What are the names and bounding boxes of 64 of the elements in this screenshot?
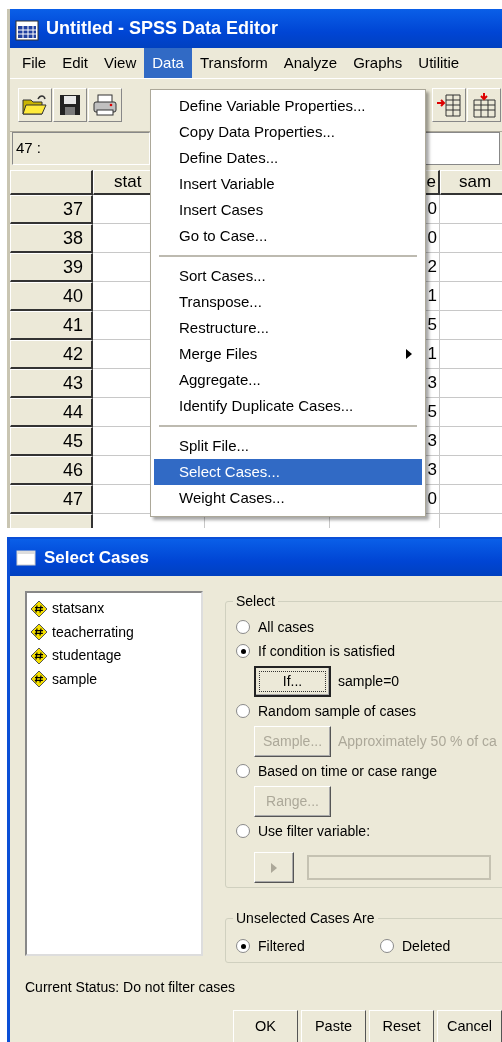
diamond-icon xyxy=(30,599,48,618)
insert-case-icon[interactable] xyxy=(467,88,501,122)
menu-item[interactable]: Edit xyxy=(54,48,97,78)
condition-button[interactable]: If... xyxy=(254,665,331,697)
radio-label[interactable]: All cases xyxy=(258,616,315,638)
menu-item[interactable]: Select Cases... xyxy=(154,459,422,485)
row-header[interactable]: 42 xyxy=(10,340,93,369)
variable-name[interactable]: teacherrating xyxy=(52,621,134,643)
radio-button[interactable] xyxy=(380,939,394,953)
variable-name[interactable]: statsanx xyxy=(52,598,105,620)
menu-item[interactable]: Analyze xyxy=(275,48,346,78)
triangle-icon xyxy=(271,862,277,873)
cell-reference: 47 : xyxy=(12,132,150,165)
condition-text: Approximately 50 % of ca xyxy=(338,731,497,751)
menu-item[interactable]: Graphs xyxy=(345,48,411,78)
menu-item[interactable]: File xyxy=(14,48,55,78)
window-title: Untitled - SPSS Data Editor xyxy=(46,17,279,40)
row-header[interactable]: 39 xyxy=(10,253,93,282)
row-header[interactable]: 38 xyxy=(10,224,93,253)
dialog-title: Select Cases xyxy=(44,546,149,569)
open-folder-icon[interactable] xyxy=(18,88,52,122)
diamond-icon xyxy=(30,670,48,689)
radio-button[interactable] xyxy=(236,644,250,658)
menu-item[interactable]: View xyxy=(96,48,145,78)
printer-icon[interactable] xyxy=(88,88,122,122)
row-header[interactable]: 46 xyxy=(10,456,93,485)
dialog-button[interactable]: Reset xyxy=(369,1010,434,1042)
row-header[interactable]: 41 xyxy=(10,311,93,340)
radio-button[interactable] xyxy=(236,704,250,718)
column-header[interactable]: sam xyxy=(440,170,502,195)
variable-list[interactable]: statsanx teacherrating studentage sample xyxy=(25,591,203,956)
row-header[interactable]: 40 xyxy=(10,282,93,311)
dialog-button[interactable]: OK xyxy=(233,1010,298,1042)
row-header[interactable]: 44 xyxy=(10,398,93,427)
radio-label[interactable]: Deleted xyxy=(402,935,451,957)
window-icon xyxy=(16,549,36,566)
radio-label[interactable]: Use filter variable: xyxy=(258,820,371,842)
menu-item[interactable]: Transform xyxy=(191,48,276,78)
row-header[interactable]: 43 xyxy=(10,369,93,398)
row-header[interactable]: 47 xyxy=(10,485,93,514)
radio-label[interactable]: Filtered xyxy=(258,935,305,957)
row-header[interactable]: 37 xyxy=(10,195,93,224)
radio-button[interactable] xyxy=(236,620,250,634)
condition-text: sample=0 xyxy=(338,671,400,691)
status-text: Current Status: Do not filter cases xyxy=(24,978,237,997)
radio-label[interactable]: Random sample of cases xyxy=(258,700,416,722)
variable-name[interactable]: studentage xyxy=(52,645,122,667)
menu-item[interactable]: Utilitie xyxy=(410,48,468,78)
radio-label[interactable]: If condition is satisfied xyxy=(258,640,395,662)
menu-item[interactable]: Define Dates... xyxy=(154,145,422,171)
menu-item[interactable]: Define Variable Properties... xyxy=(154,93,422,119)
radio-button[interactable] xyxy=(236,824,250,838)
radio-label[interactable]: Based on time or case range xyxy=(258,760,437,782)
diamond-icon xyxy=(30,623,48,642)
dialog-button[interactable]: Cancel xyxy=(437,1010,502,1042)
radio-button[interactable] xyxy=(236,764,250,778)
menu-item[interactable]: Data xyxy=(144,48,192,78)
menu-item[interactable]: Copy Data Properties... xyxy=(154,119,422,145)
dialog-button[interactable]: Paste xyxy=(301,1010,366,1042)
radio-button[interactable] xyxy=(236,939,250,953)
insert-variable-icon[interactable] xyxy=(432,88,466,122)
diamond-icon xyxy=(30,646,48,665)
variable-name[interactable]: sample xyxy=(52,668,98,690)
row-header[interactable]: 45 xyxy=(10,427,93,456)
